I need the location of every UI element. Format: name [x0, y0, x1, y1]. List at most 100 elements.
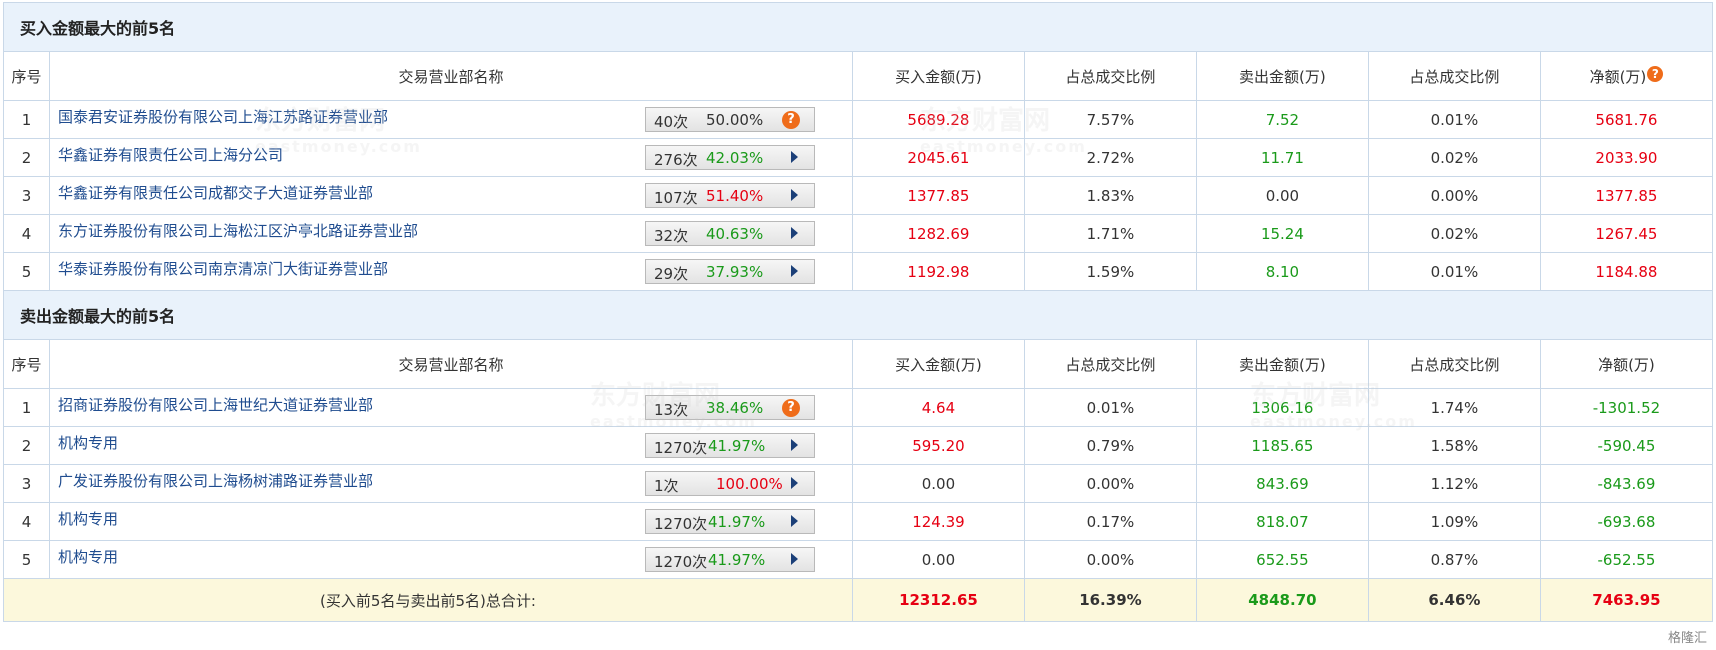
sell-amount: 15.24 — [1195, 214, 1369, 253]
header-sell-ratio: 占总成交比例 — [1367, 51, 1541, 101]
arrow-right-icon[interactable] — [791, 439, 798, 451]
net-amount: -693.68 — [1539, 502, 1714, 541]
buy-amount: 4.64 — [851, 388, 1025, 427]
win-rate: 50.00% — [706, 111, 764, 129]
broker-stats-button[interactable]: 13次 38.46% ? — [645, 395, 815, 420]
total-net: 7463.95 — [1539, 578, 1714, 622]
table-row: 2 华鑫证券有限责任公司上海分公司 276次 42.03% 2045.61 2.… — [3, 138, 1714, 177]
win-rate: 40.63% — [706, 225, 764, 243]
sell-amount: 11.71 — [1195, 138, 1369, 177]
broker-link[interactable]: 机构专用 — [58, 546, 118, 567]
arrow-right-icon[interactable] — [791, 553, 798, 565]
header-sell-amount: 卖出金额(万) — [1195, 339, 1369, 389]
arrow-right-icon[interactable] — [791, 227, 798, 239]
buy-ratio: 1.83% — [1023, 176, 1197, 215]
broker-link[interactable]: 广发证券股份有限公司上海杨树浦路证券营业部 — [58, 470, 373, 491]
header-net-label: 净额(万) — [1589, 67, 1647, 86]
row-name-cell: 广发证券股份有限公司上海杨树浦路证券营业部 1次 100.00% — [49, 464, 853, 503]
table-row: 2 机构专用 1270次 41.97% 595.20 0.79% 1185.65… — [3, 426, 1714, 465]
header-seq: 序号 — [3, 51, 50, 101]
arrow-right-icon[interactable] — [791, 151, 798, 163]
trade-count: 276次 — [654, 151, 698, 169]
broker-stats-button[interactable]: 276次 42.03% — [645, 145, 815, 170]
broker-stats-button[interactable]: 29次 37.93% — [645, 259, 815, 284]
trade-count: 29次 — [654, 265, 689, 283]
header-net: 净额(万) — [1539, 339, 1714, 389]
header-buy-ratio: 占总成交比例 — [1023, 51, 1197, 101]
trade-count: 107次 — [654, 189, 698, 207]
sell-section-title: 卖出金额最大的前5名 — [3, 290, 1713, 340]
source-badge: 格隆汇 — [1664, 627, 1710, 646]
header-buy-amount: 买入金额(万) — [851, 339, 1025, 389]
arrow-right-icon[interactable] — [791, 189, 798, 201]
net-amount: -652.55 — [1539, 540, 1714, 579]
table-row: 4 东方证券股份有限公司上海松江区沪亭北路证券营业部 32次 40.63% 12… — [3, 214, 1714, 253]
broker-stats-button[interactable]: 107次 51.40% — [645, 183, 815, 208]
buy-amount: 0.00 — [851, 540, 1025, 579]
sell-amount: 7.52 — [1195, 100, 1369, 139]
sell-amount: 8.10 — [1195, 252, 1369, 291]
sell-ratio: 0.01% — [1367, 100, 1541, 139]
broker-link[interactable]: 国泰君安证券股份有限公司上海江苏路证券营业部 — [58, 106, 388, 127]
broker-link[interactable]: 机构专用 — [58, 432, 118, 453]
row-name-cell: 华鑫证券有限责任公司上海分公司 276次 42.03% — [49, 138, 853, 177]
broker-stats-button[interactable]: 1270次 41.97% — [645, 509, 815, 534]
question-icon[interactable]: ? — [782, 111, 800, 129]
net-amount: -1301.52 — [1539, 388, 1714, 427]
buy-section-header: 买入金额最大的前5名 — [3, 2, 1713, 52]
table-row: 1 国泰君安证券股份有限公司上海江苏路证券营业部 40次 50.00% ? 56… — [3, 100, 1714, 139]
buy-amount: 1282.69 — [851, 214, 1025, 253]
broker-stats-button[interactable]: 1270次 41.97% — [645, 433, 815, 458]
row-seq: 4 — [3, 502, 50, 541]
broker-link[interactable]: 华泰证券股份有限公司南京清凉门大街证券营业部 — [58, 258, 388, 279]
sell-ratio: 1.74% — [1367, 388, 1541, 427]
broker-link[interactable]: 招商证券股份有限公司上海世纪大道证券营业部 — [58, 394, 373, 415]
row-name-cell: 国泰君安证券股份有限公司上海江苏路证券营业部 40次 50.00% ? — [49, 100, 853, 139]
buy-ratio: 0.17% — [1023, 502, 1197, 541]
row-name-cell: 机构专用 1270次 41.97% — [49, 426, 853, 465]
arrow-right-icon[interactable] — [791, 515, 798, 527]
trade-count: 32次 — [654, 227, 689, 245]
broker-stats-button[interactable]: 40次 50.00% ? — [645, 107, 815, 132]
sell-column-headers: 序号 交易营业部名称 买入金额(万) 占总成交比例 卖出金额(万) 占总成交比例… — [3, 339, 1714, 389]
win-rate: 100.00% — [716, 475, 783, 493]
sell-ratio: 0.00% — [1367, 176, 1541, 215]
buy-amount: 124.39 — [851, 502, 1025, 541]
buy-amount: 0.00 — [851, 464, 1025, 503]
buy-ratio: 2.72% — [1023, 138, 1197, 177]
net-amount: 5681.76 — [1539, 100, 1714, 139]
buy-ratio: 1.71% — [1023, 214, 1197, 253]
net-amount: 1377.85 — [1539, 176, 1714, 215]
net-amount: -590.45 — [1539, 426, 1714, 465]
total-buy: 12312.65 — [851, 578, 1025, 622]
row-name-cell: 华鑫证券有限责任公司成都交子大道证券营业部 107次 51.40% — [49, 176, 853, 215]
sell-ratio: 1.58% — [1367, 426, 1541, 465]
broker-stats-button[interactable]: 32次 40.63% — [645, 221, 815, 246]
broker-link[interactable]: 机构专用 — [58, 508, 118, 529]
help-question-icon[interactable]: ? — [1647, 65, 1664, 82]
broker-link[interactable]: 东方证券股份有限公司上海松江区沪亭北路证券营业部 — [58, 220, 418, 241]
trade-count: 1次 — [654, 477, 679, 495]
row-seq: 4 — [3, 214, 50, 253]
trade-count: 40次 — [654, 113, 689, 131]
arrow-right-icon[interactable] — [791, 477, 798, 489]
win-rate: 42.03% — [706, 149, 764, 167]
table-row: 5 机构专用 1270次 41.97% 0.00 0.00% 652.55 0.… — [3, 540, 1714, 579]
row-seq: 2 — [3, 426, 50, 465]
arrow-right-icon[interactable] — [791, 265, 798, 277]
buy-amount: 1192.98 — [851, 252, 1025, 291]
header-sell-amount: 卖出金额(万) — [1195, 51, 1369, 101]
trade-count: 1270次 — [654, 553, 708, 571]
row-seq: 5 — [3, 540, 50, 579]
buy-ratio: 0.00% — [1023, 464, 1197, 503]
broker-link[interactable]: 华鑫证券有限责任公司上海分公司 — [58, 144, 283, 165]
broker-link[interactable]: 华鑫证券有限责任公司成都交子大道证券营业部 — [58, 182, 373, 203]
row-seq: 1 — [3, 100, 50, 139]
broker-stats-button[interactable]: 1次 100.00% — [645, 471, 815, 496]
question-icon[interactable]: ? — [782, 399, 800, 417]
win-rate: 51.40% — [706, 187, 764, 205]
win-rate: 41.97% — [708, 551, 766, 569]
trade-count: 13次 — [654, 401, 689, 419]
broker-stats-button[interactable]: 1270次 41.97% — [645, 547, 815, 572]
buy-column-headers: 序号 交易营业部名称 买入金额(万) 占总成交比例 卖出金额(万) 占总成交比例… — [3, 51, 1714, 101]
